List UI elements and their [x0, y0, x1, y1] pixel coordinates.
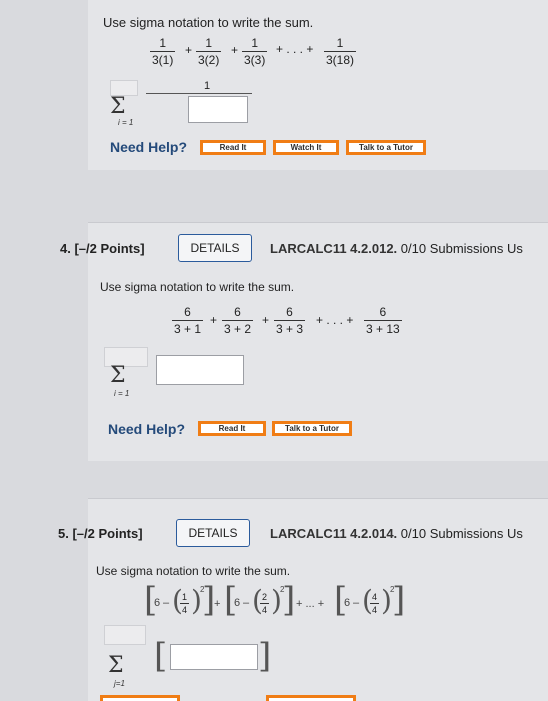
term-denominator: 3(2) — [196, 51, 222, 67]
right-bracket: ] — [282, 580, 296, 620]
question-header: 4. [–/2 Points] — [60, 241, 145, 256]
question-prompt: Use sigma notation to write the sum. — [103, 15, 314, 30]
sum-term: 1 3(3) — [242, 36, 268, 67]
points-label: [–/2 Points] — [72, 526, 143, 541]
fraction-denominator: 4 — [370, 603, 380, 615]
question-4-panel: 4. [–/2 Points] DETAILS LARCALC11 4.2.01… — [60, 222, 548, 461]
plus-sign: + — [210, 313, 218, 327]
submissions-count: 0/10 Submissions Us — [400, 526, 523, 541]
problem-code: LARCALC11 4.2.014. — [270, 526, 398, 541]
upper-limit-input[interactable] — [104, 625, 146, 645]
term-numerator: 6 — [286, 305, 293, 319]
term-constant: 6 — [234, 597, 241, 609]
sum-term: 1 3(1) — [150, 36, 176, 67]
question-3-panel: Use sigma notation to write the sum. 1 3… — [88, 0, 548, 170]
inner-fraction: 1 4 — [180, 592, 190, 615]
term-denominator: 3(1) — [150, 51, 176, 67]
index-label: j=1 — [114, 679, 125, 688]
need-help-label: Need Help? — [110, 139, 188, 155]
fraction-denominator: 4 — [180, 603, 190, 615]
details-button[interactable]: DETAILS — [178, 234, 252, 262]
question-prompt: Use sigma notation to write the sum. — [96, 564, 291, 578]
sum-term: 6 3 + 13 — [364, 305, 402, 336]
term-denominator: 3 + 1 — [172, 320, 204, 336]
sum-term: 6 3 + 3 — [274, 305, 306, 336]
sigma-symbol: Σ — [110, 363, 126, 388]
term-numerator: 6 — [379, 305, 387, 319]
answer-numerator: 1 — [204, 80, 211, 92]
fraction-bar — [146, 93, 252, 94]
minus-sign: – — [163, 597, 170, 609]
sum-term: 1 3(18) — [324, 36, 357, 67]
ellipsis-plus: + . . . + — [276, 42, 314, 56]
details-button[interactable]: DETAILS — [176, 519, 250, 547]
minus-sign: – — [243, 597, 250, 609]
sigma-symbol: Σ — [110, 94, 126, 119]
watch-it-button[interactable]: Watch It — [273, 140, 339, 155]
term-denominator: 3 + 13 — [364, 320, 402, 336]
fraction-numerator: 1 — [182, 592, 188, 602]
problem-code: LARCALC11 4.2.012. — [270, 241, 398, 256]
right-bracket: ] — [258, 636, 272, 676]
read-it-button[interactable] — [100, 695, 180, 701]
need-help-label: Need Help? — [108, 421, 186, 437]
ellipsis-plus: + ... + — [296, 598, 325, 610]
question-number: 5. — [58, 526, 69, 541]
sum-term: 6 3 + 2 — [222, 305, 254, 336]
question-meta: LARCALC11 4.2.014. 0/10 Submissions Us — [270, 526, 523, 541]
question-prompt: Use sigma notation to write the sum. — [100, 280, 295, 294]
term-numerator: 6 — [184, 305, 191, 319]
sum-term: 1 3(2) — [196, 36, 222, 67]
minus-sign: – — [353, 597, 360, 609]
term-numerator: 1 — [336, 36, 344, 50]
question-number: 4. — [60, 241, 71, 256]
question-header: 5. [–/2 Points] — [58, 526, 143, 541]
term-denominator: 3(18) — [324, 51, 357, 67]
term-denominator: 3(3) — [242, 51, 268, 67]
summand-input[interactable] — [156, 355, 244, 385]
term-denominator: 3 + 3 — [274, 320, 306, 336]
sigma-symbol: Σ — [108, 653, 124, 678]
term-numerator: 1 — [159, 36, 167, 50]
index-label: i = 1 — [114, 389, 130, 398]
plus-sign: + — [214, 598, 221, 610]
term-numerator: 6 — [234, 305, 241, 319]
fraction-numerator: 2 — [262, 592, 268, 602]
question-meta: LARCALC11 4.2.012. 0/10 Submissions Us — [270, 241, 523, 256]
read-it-button[interactable]: Read It — [200, 140, 266, 155]
term-denominator: 3 + 2 — [222, 320, 254, 336]
talk-to-tutor-button[interactable]: Talk to a Tutor — [272, 421, 352, 436]
term-constant: 6 — [154, 597, 161, 609]
talk-to-tutor-button[interactable]: Talk to a Tutor — [346, 140, 426, 155]
index-label: i = 1 — [118, 118, 134, 127]
read-it-button[interactable]: Read It — [198, 421, 266, 436]
summand-input[interactable] — [170, 644, 258, 670]
denominator-input[interactable] — [188, 96, 248, 123]
term-numerator: 1 — [205, 36, 213, 50]
points-label: [–/2 Points] — [74, 241, 145, 256]
term-numerator: 1 — [251, 36, 259, 50]
term-constant: 6 — [344, 597, 351, 609]
sum-term: 6 3 + 1 — [172, 305, 204, 336]
plus-sign: + — [262, 313, 270, 327]
right-bracket: ] — [392, 580, 406, 620]
question-5-panel: 5. [–/2 Points] DETAILS LARCALC11 4.2.01… — [58, 498, 548, 701]
plus-sign: + — [231, 43, 239, 57]
plus-sign: + — [185, 43, 193, 57]
fraction-numerator: 4 — [372, 592, 378, 602]
submissions-count: 0/10 Submissions Us — [400, 241, 523, 256]
inner-fraction: 2 4 — [260, 592, 270, 615]
ellipsis-plus: + . . . + — [316, 313, 354, 327]
talk-to-tutor-button[interactable] — [266, 695, 356, 701]
inner-fraction: 4 4 — [370, 592, 380, 615]
fraction-denominator: 4 — [260, 603, 270, 615]
left-bracket: [ — [154, 636, 168, 676]
